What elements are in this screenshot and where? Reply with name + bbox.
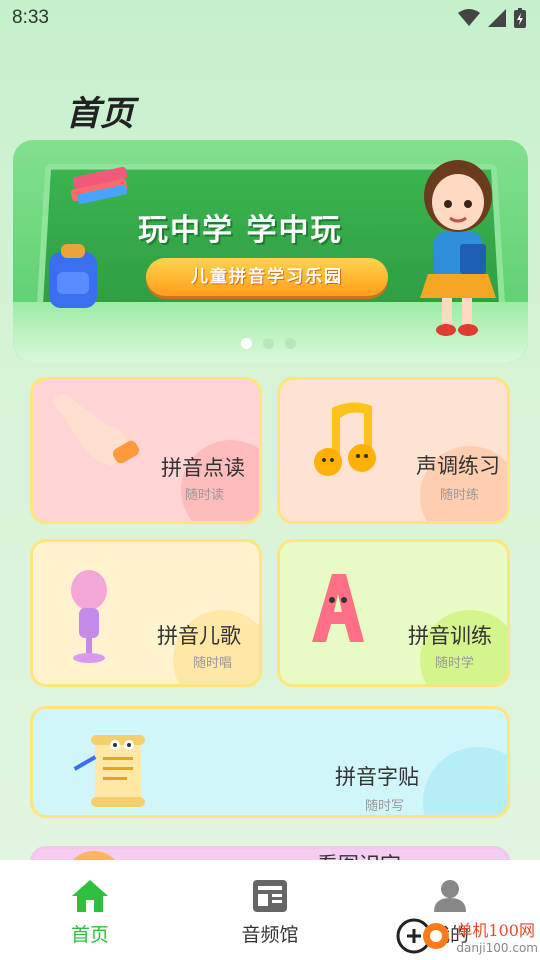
tab-label: 音频馆	[241, 924, 299, 946]
backpack-illustration	[49, 244, 97, 308]
music-note-icon	[314, 402, 376, 476]
scroll-paper-icon	[73, 735, 145, 807]
status-bar: 8:33	[0, 0, 540, 36]
card-pinyin-training[interactable]: 拼音训练 随时学	[277, 539, 510, 687]
card-subtitle: 随时练	[440, 488, 480, 503]
carousel-dot-3[interactable]	[285, 338, 296, 349]
girl-illustration	[420, 160, 496, 336]
card-title: 拼音训练	[408, 624, 492, 648]
carousel-dot-1[interactable]	[241, 338, 252, 349]
card-title: 拼音字贴	[335, 765, 419, 789]
watermark-url: danji100.com	[456, 941, 538, 955]
page-title: 首页	[66, 94, 134, 134]
tab-home[interactable]: 首页	[20, 860, 160, 960]
card-subtitle: 随时读	[185, 488, 225, 503]
audio-library-icon	[253, 880, 287, 912]
watermark-text: 单机100网	[456, 921, 535, 940]
card-subtitle: 随时学	[435, 656, 475, 671]
card-pinyin-writing[interactable]: 拼音字贴 随时写	[30, 706, 510, 818]
wifi-icon	[458, 9, 480, 26]
carousel-dots	[241, 338, 296, 349]
card-subtitle: 随时写	[365, 799, 405, 814]
card-pinyin-reading[interactable]: 拼音点读 随时读	[30, 377, 262, 524]
home-icon	[72, 880, 108, 912]
card-title: 声调练习	[416, 454, 500, 478]
bottom-tab-bar: 首页 音频馆 我的 单机100网 danji100.com	[0, 860, 540, 960]
status-icons	[458, 8, 526, 28]
banner-carousel[interactable]	[13, 140, 528, 362]
card-title: 拼音儿歌	[157, 624, 241, 648]
card-tone-practice[interactable]: 声调练习 随时练	[277, 377, 510, 524]
banner-headline: 玩中学 学中玩	[138, 213, 343, 248]
banner-subtitle-pill[interactable]: 儿童拼音学习乐园	[146, 258, 388, 296]
card-title: 拼音点读	[161, 456, 245, 480]
signal-icon	[488, 9, 506, 27]
card-pinyin-songs[interactable]: 拼音儿歌 随时唱	[30, 539, 262, 687]
books-illustration	[70, 166, 128, 204]
status-time: 8:33	[12, 7, 49, 28]
watermark: 单机100网 danji100.com	[394, 916, 538, 956]
card-decor-blob	[423, 747, 507, 815]
letter-a-icon	[312, 574, 364, 642]
microphone-icon	[71, 570, 107, 663]
carousel-dot-2[interactable]	[263, 338, 274, 349]
pointing-hand-icon	[53, 394, 140, 466]
tab-label: 首页	[70, 924, 109, 946]
battery-icon	[514, 8, 526, 28]
profile-icon	[434, 880, 466, 912]
watermark-logo-icon	[396, 918, 450, 954]
tab-audio-library[interactable]: 音频馆	[200, 860, 340, 960]
card-subtitle: 随时唱	[193, 656, 233, 671]
